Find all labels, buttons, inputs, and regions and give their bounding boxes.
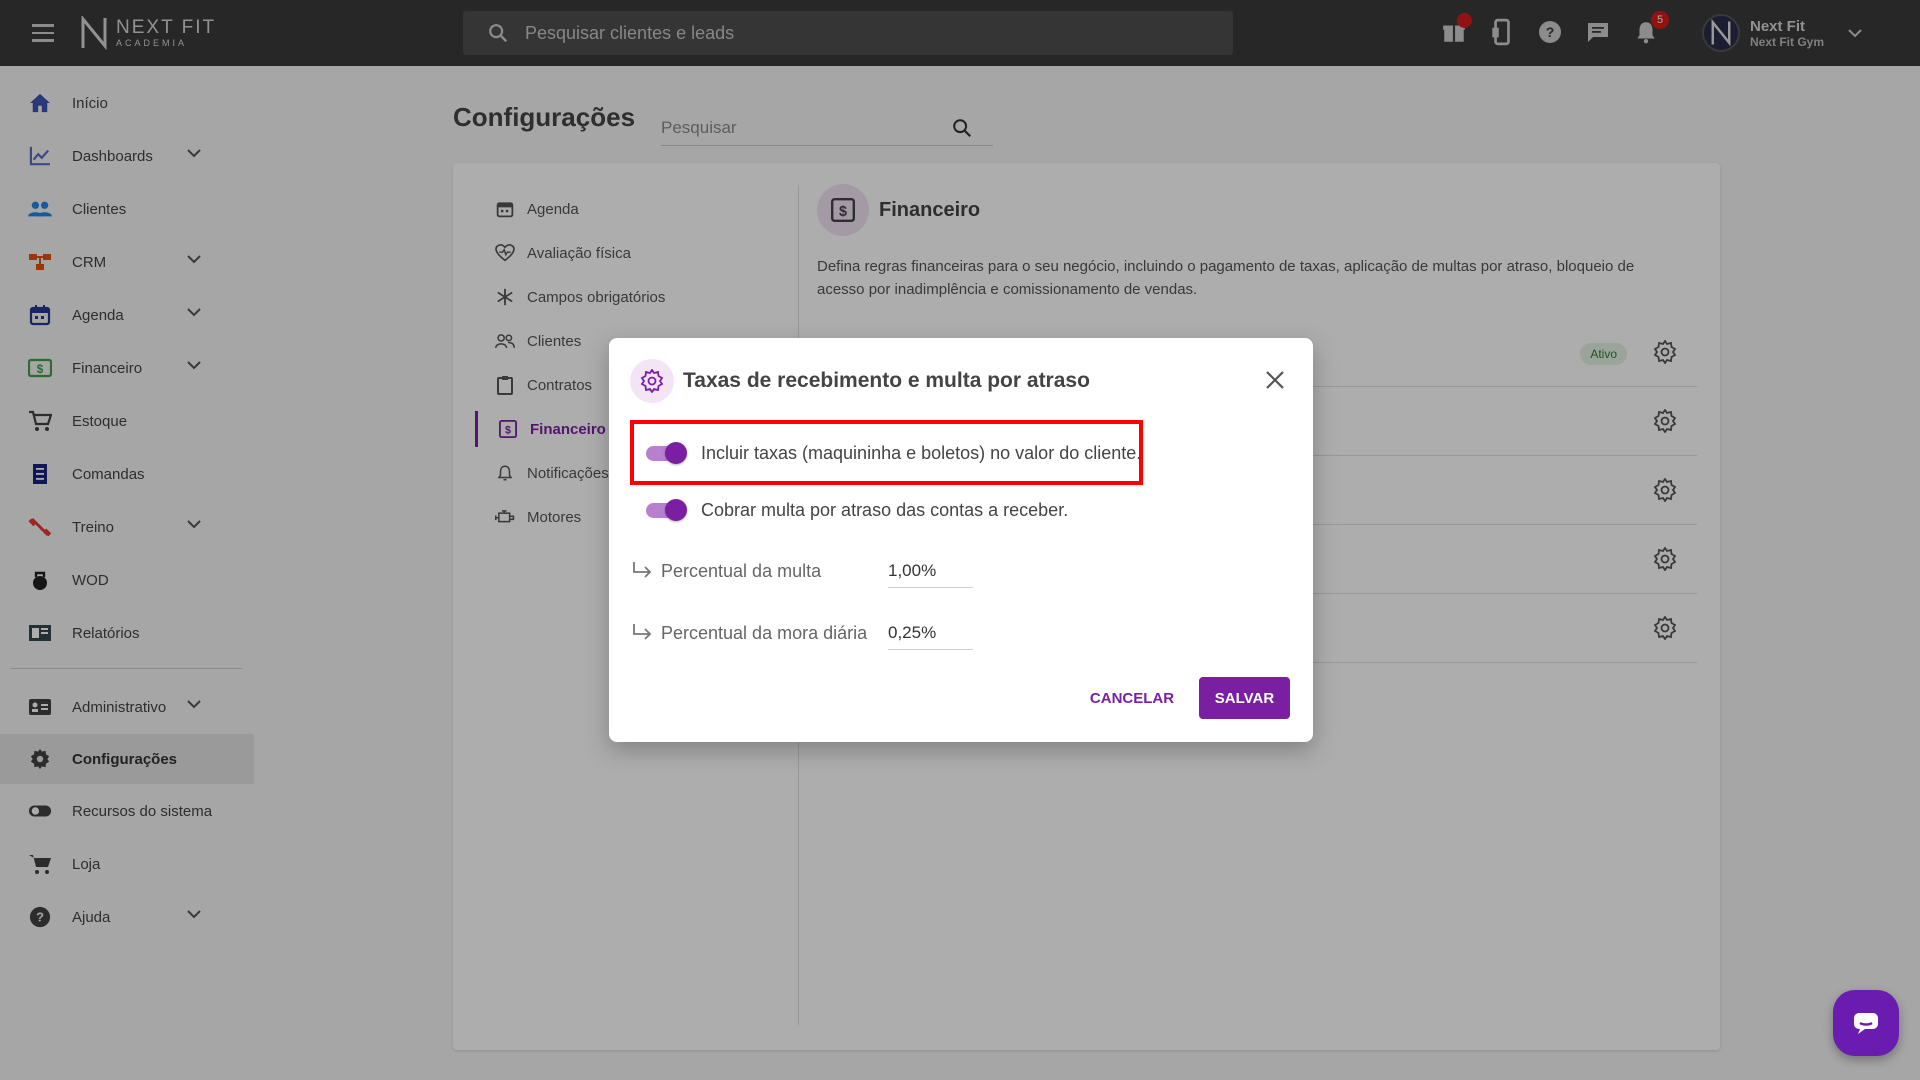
subdirectory-arrow-icon	[633, 562, 652, 578]
late-fee-label: Cobrar multa por atraso das contas a rec…	[701, 499, 1069, 520]
subdirectory-arrow-icon	[633, 624, 652, 640]
cancel-button[interactable]: CANCELAR	[1082, 677, 1182, 719]
late-fee-toggle-row[interactable]: Cobrar multa por atraso das contas a rec…	[645, 498, 1068, 522]
chat-support-button[interactable]	[1833, 990, 1899, 1056]
include-fees-label: Incluir taxas (maquininha e boletos) no …	[701, 442, 1142, 463]
daily-interest-input[interactable]	[888, 616, 973, 650]
chat-bubble-icon	[1854, 1013, 1878, 1034]
fees-dialog: Taxas de recebimento e multa por atraso …	[609, 338, 1313, 742]
fine-percent-label: Percentual da multa	[661, 561, 822, 581]
include-fees-toggle-row[interactable]: Incluir taxas (maquininha e boletos) no …	[645, 441, 1141, 465]
save-button[interactable]: SALVAR	[1199, 677, 1290, 719]
fine-percent-input[interactable]	[888, 554, 973, 588]
gear-icon	[630, 359, 674, 403]
dialog-title: Taxas de recebimento e multa por atraso	[683, 369, 1090, 392]
include-fees-toggle[interactable]	[645, 441, 687, 465]
daily-interest-label: Percentual da mora diária	[661, 623, 868, 643]
late-fee-toggle[interactable]	[645, 498, 687, 522]
close-icon[interactable]	[1262, 367, 1288, 393]
